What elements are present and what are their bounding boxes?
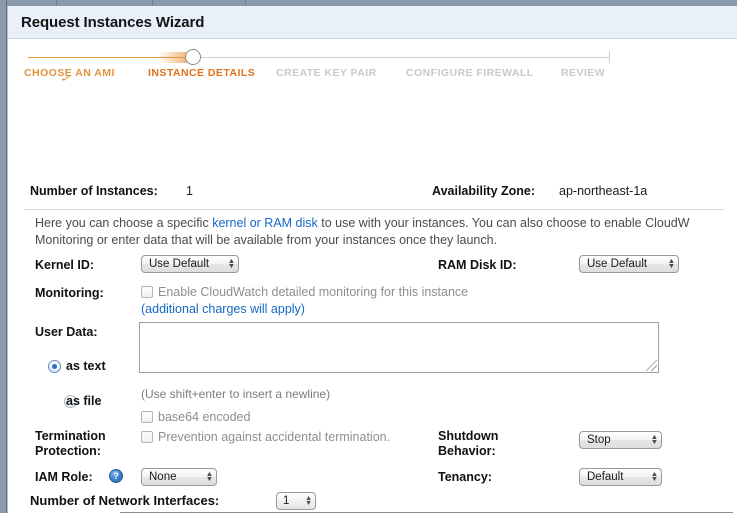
iam-role-select[interactable]: None ▲ ▼ (141, 468, 217, 486)
number-of-network-interfaces-stepper[interactable]: 1 ▲ ▼ (276, 492, 316, 510)
kernel-id-label: Kernel ID: (35, 258, 95, 272)
chevron-updown-icon: ▲ ▼ (667, 258, 676, 270)
wizard-content: Number of Instances: 1 Availability Zone… (8, 91, 737, 513)
kernel-id-select[interactable]: Use Default ▲ ▼ (141, 255, 239, 273)
termination-protection-label-line2: Protection: (35, 444, 101, 458)
page-title: Request Instances Wizard (21, 13, 205, 31)
nic-count-value: 1 (283, 495, 290, 507)
description-line-1: Here you can choose a specific kernel or… (35, 215, 737, 232)
wizard-step-progress: ✓ CHOOSE AN AMI INSTANCE DETAILS CREATE … (8, 39, 737, 91)
step-instance-details[interactable]: INSTANCE DETAILS (148, 67, 255, 79)
enable-cloudwatch-label: Enable CloudWatch detailed monitoring fo… (158, 285, 469, 299)
chevron-updown-icon: ▲ ▼ (205, 471, 214, 483)
window-titlebar: Request Instances Wizard (8, 6, 737, 39)
shutdown-behavior-select-value: Stop (587, 434, 611, 446)
user-data-as-file-label: as file (66, 394, 102, 408)
termination-protection-checkbox[interactable] (141, 431, 153, 443)
enable-cloudwatch-checkbox[interactable] (141, 286, 153, 298)
step-review[interactable]: REVIEW (561, 67, 605, 79)
step-choose-an-ami[interactable]: CHOOSE AN AMI (24, 67, 115, 79)
summary-divider (24, 209, 724, 210)
step-configure-firewall[interactable]: CONFIGURE FIREWALL (406, 67, 534, 79)
screen: Request Instances Wizard ✓ CHOOSE AN AMI… (0, 0, 737, 513)
chevron-updown-icon: ▲ ▼ (650, 434, 659, 446)
user-data-as-text-radio[interactable] (48, 360, 61, 373)
description-text-post: to use with your instances. You can also… (317, 216, 690, 230)
desktop-left-rail (0, 0, 7, 513)
number-of-instances-value: 1 (186, 184, 193, 198)
resize-grip-icon[interactable] (646, 360, 657, 371)
tenancy-select-value: Default (587, 471, 624, 483)
ram-disk-id-select[interactable]: Use Default ▲ ▼ (579, 255, 679, 273)
shutdown-behavior-select[interactable]: Stop ▲ ▼ (579, 431, 662, 449)
user-data-textarea[interactable] (139, 322, 659, 373)
tenancy-select[interactable]: Default ▲ ▼ (579, 468, 662, 486)
availability-zone-label: Availability Zone: (432, 184, 536, 198)
ram-disk-id-select-value: Use Default (587, 258, 648, 270)
request-instances-wizard-window: Request Instances Wizard ✓ CHOOSE AN AMI… (7, 6, 737, 513)
progress-track-end-tick (609, 51, 610, 64)
chevron-updown-icon: ▲ ▼ (650, 471, 659, 483)
progress-knob[interactable] (185, 49, 201, 65)
description-line-2: Monitoring or enter data that will be av… (35, 233, 498, 247)
termination-protection-checkbox-label: Prevention against accidental terminatio… (158, 430, 391, 444)
tenancy-label: Tenancy: (438, 470, 492, 484)
base64-encoded-checkbox[interactable] (141, 411, 153, 423)
chevron-updown-icon: ▲ ▼ (305, 495, 312, 507)
base64-encoded-label: base64 encoded (158, 410, 251, 424)
user-data-label: User Data: (35, 325, 98, 339)
kernel-or-ram-disk-link[interactable]: kernel or RAM disk (212, 216, 318, 230)
number-of-instances-label: Number of Instances: (30, 184, 158, 198)
user-data-as-text-label: as text (66, 359, 106, 373)
monitoring-label: Monitoring: (35, 286, 104, 300)
help-icon[interactable]: ? (109, 469, 123, 483)
description-text-pre: Here you can choose a specific (35, 216, 213, 230)
number-of-network-interfaces-label: Number of Network Interfaces: (30, 493, 220, 508)
ram-disk-id-label: RAM Disk ID: (438, 258, 517, 272)
iam-role-label: IAM Role: (35, 470, 93, 484)
iam-role-select-value: None (149, 471, 177, 483)
termination-protection-label-line1: Termination (35, 429, 106, 443)
kernel-id-select-value: Use Default (149, 258, 210, 270)
shutdown-behavior-label-line1: Shutdown (438, 429, 499, 443)
additional-charges-note[interactable]: (additional charges will apply) (141, 302, 305, 316)
step-create-key-pair[interactable]: CREATE KEY PAIR (276, 67, 377, 79)
chevron-updown-icon: ▲ ▼ (227, 258, 236, 270)
availability-zone-value: ap-northeast-1a (559, 184, 648, 198)
newline-hint-text: (Use shift+enter to insert a newline) (141, 387, 331, 401)
shutdown-behavior-label-line2: Behavior: (438, 444, 496, 458)
